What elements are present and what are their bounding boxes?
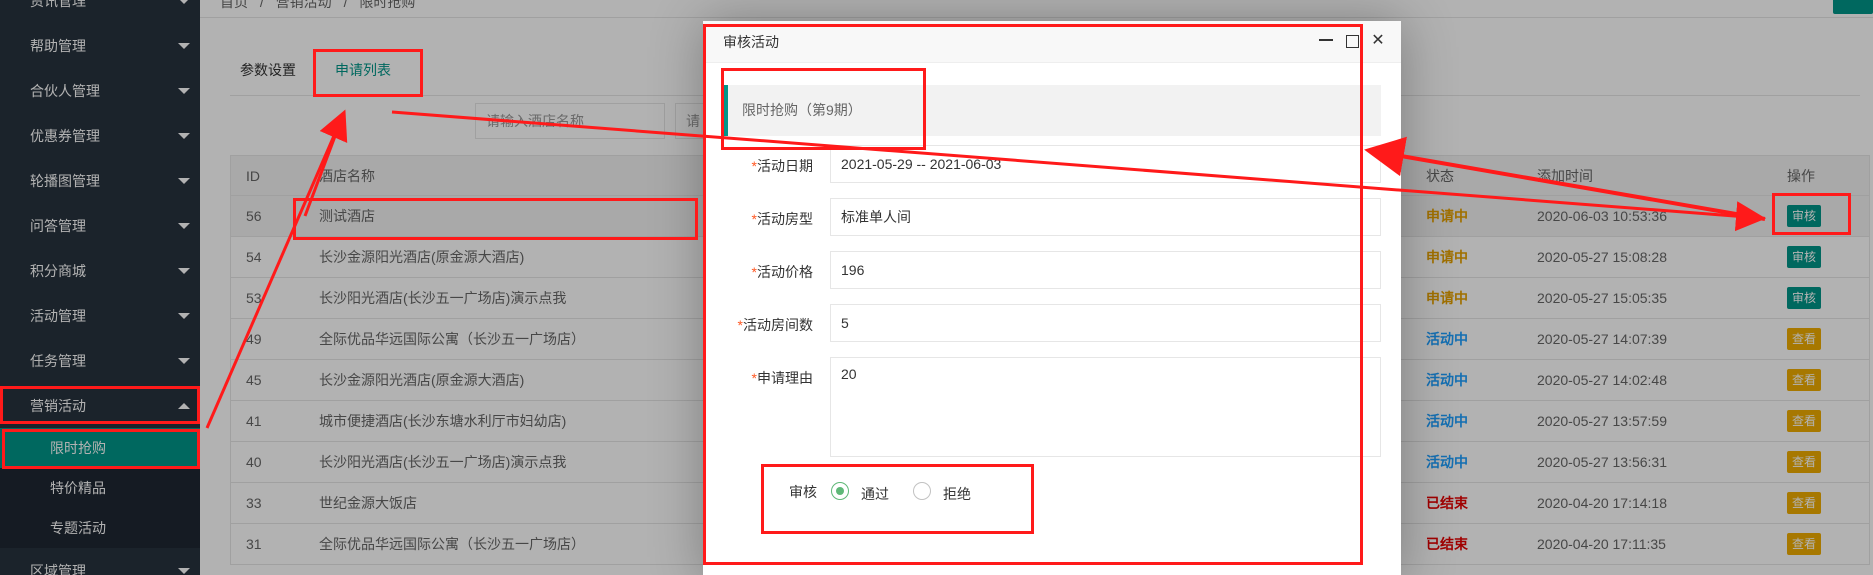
- arrow-hotel-to-tab: [303, 114, 345, 217]
- arrow-sidebar-to-tab: [205, 109, 348, 429]
- arrow-tab-to-review: [391, 110, 1766, 232]
- arrow-review-to-dialog: [1364, 136, 1766, 221]
- annotation-arrows: [205, 109, 1766, 429]
